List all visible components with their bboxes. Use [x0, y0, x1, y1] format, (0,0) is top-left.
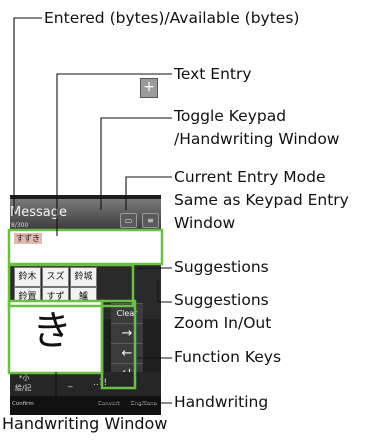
label-current-mode: Current Entry Mode: [174, 168, 326, 186]
bottom-key-row: *小 絵/記 _ ..?!: [10, 372, 161, 396]
confirm-softkey[interactable]: Confirm: [12, 401, 34, 407]
label-toggle-handwriting: /Handwriting Window: [174, 130, 340, 148]
menu-icon[interactable]: ≡: [142, 213, 159, 228]
label-function-keys: Function Keys: [174, 348, 282, 366]
suggestion-item[interactable]: スズキ: [42, 267, 69, 287]
label-same-as-keypad: Same as Keypad Entry: [174, 191, 349, 209]
phone-screen: Message 8/300 ▭ ≡ すずき 鈴木 スズキ 鈴城 鈴置 すずき 鱸…: [10, 195, 161, 415]
eng-kana-softkey[interactable]: Eng/Kana: [131, 401, 157, 407]
label-window: Window: [174, 214, 236, 232]
space-key[interactable]: _: [68, 378, 73, 388]
clear-key[interactable]: Clear: [111, 303, 143, 323]
small-key[interactable]: *小: [19, 373, 30, 383]
label-zoom-in-out: Zoom In/Out: [174, 314, 272, 332]
message-title: Message: [10, 205, 67, 220]
left-arrow-key[interactable]: ←: [111, 343, 143, 363]
suggestion-item[interactable]: 鈴木: [14, 267, 41, 287]
softkey-bar: Confirm Convert Eng/Kana: [10, 396, 161, 415]
byte-counter: 8/300: [11, 222, 29, 229]
label-toggle-keypad: Toggle Keypad: [174, 107, 287, 125]
emoji-key[interactable]: 絵/記: [15, 383, 31, 393]
suggestion-item[interactable]: 鈴城: [70, 267, 97, 287]
handwritten-character: き: [32, 308, 72, 354]
keypad-icon[interactable]: ▭: [120, 213, 137, 228]
convert-softkey[interactable]: Convert: [98, 401, 120, 407]
entry-text: すずき: [14, 233, 42, 244]
label-text-entry: Text Entry: [174, 65, 252, 83]
punctuation-key[interactable]: ..?!: [93, 378, 107, 388]
suggestions-zoom-button[interactable]: +: [140, 78, 158, 98]
title-bar: Message 8/300 ▭ ≡: [10, 199, 161, 231]
label-entered-available: Entered (bytes)/Available (bytes): [44, 9, 300, 27]
right-arrow-key[interactable]: →: [111, 323, 143, 343]
label-suggestions: Suggestions: [174, 258, 269, 276]
text-entry-field[interactable]: すずき: [10, 231, 161, 265]
leader-entered-available: [13, 17, 42, 215]
handwriting-area[interactable]: き: [10, 300, 102, 372]
label-handwriting: Handwriting: [174, 393, 269, 411]
label-suggestions-zoom: Suggestions: [174, 291, 269, 309]
figure-caption: Handwriting Window: [2, 414, 168, 433]
